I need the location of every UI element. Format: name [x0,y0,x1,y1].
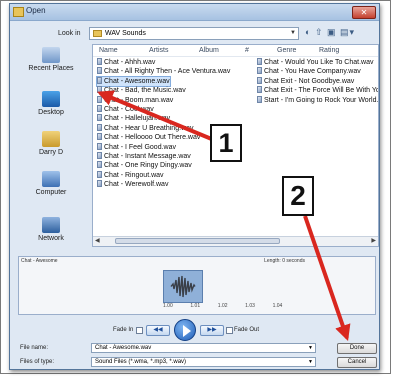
callout-1-arrow [97,90,215,142]
callout-1: 1 [210,124,242,162]
callout-2-arrow [303,215,351,342]
callout-2: 2 [282,176,314,216]
annotation-arrows [97,90,351,342]
